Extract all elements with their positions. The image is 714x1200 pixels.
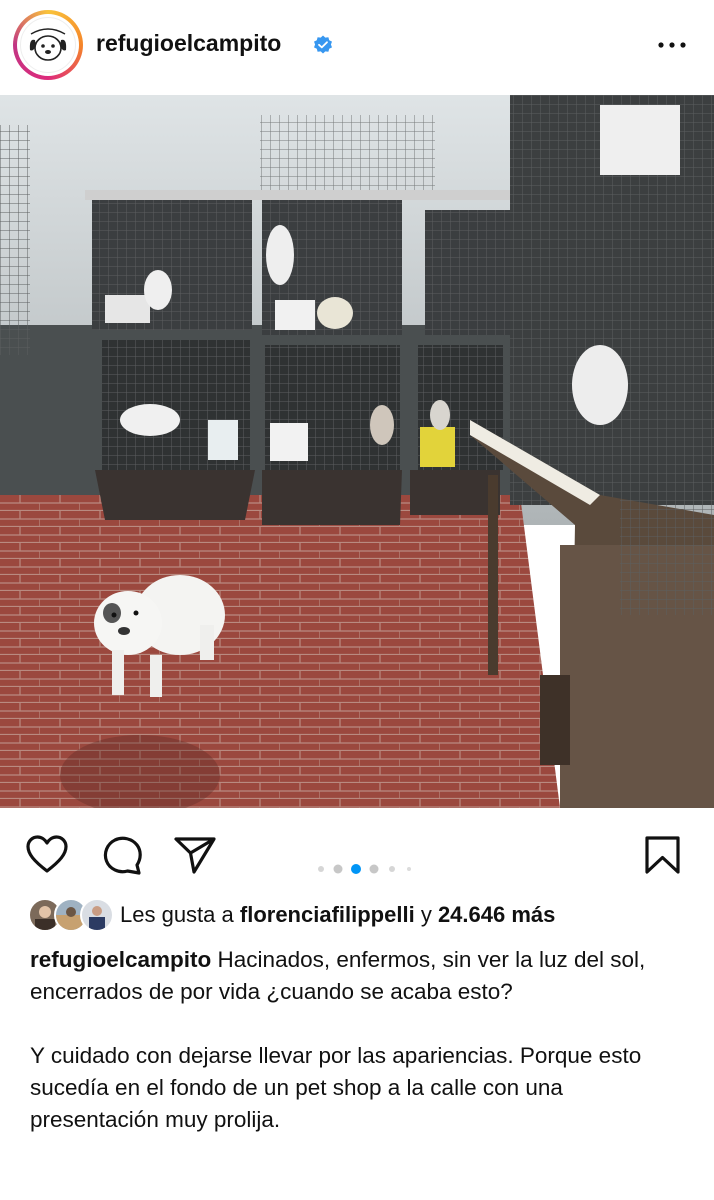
post-header: refugioelcampito [0,0,714,92]
comment-bubble-icon[interactable] [99,832,145,878]
likes-row: Les gusta a florenciafilippelli y 24.646… [28,896,708,936]
likes-prefix: Les gusta a [120,902,234,927]
caption-text-2: Y cuidado con dejarse llevar por las apa… [30,1043,642,1132]
likes-summary[interactable]: Les gusta a florenciafilippelli y 24.646… [120,902,555,928]
liker-username[interactable]: florenciafilippelli [240,902,415,927]
likes-count[interactable]: 24.646 más [438,902,555,927]
action-bar [0,820,714,886]
likes-joiner: y [420,902,432,927]
dog-face-icon [20,17,76,73]
carousel-indicator [315,862,415,876]
more-options-icon[interactable] [655,33,689,57]
profile-avatar[interactable] [13,10,83,80]
verified-badge-icon [313,35,333,55]
liker-avatar[interactable] [80,898,114,932]
post-username[interactable]: refugioelcampito [96,30,281,57]
post-caption: refugioelcampito Hacinados, enfermos, si… [30,944,680,1168]
caption-username[interactable]: refugioelcampito [30,947,211,972]
heart-icon[interactable] [24,832,70,878]
post-photo[interactable] [0,95,714,808]
bookmark-icon[interactable] [640,832,686,878]
paper-plane-icon[interactable] [172,832,218,878]
